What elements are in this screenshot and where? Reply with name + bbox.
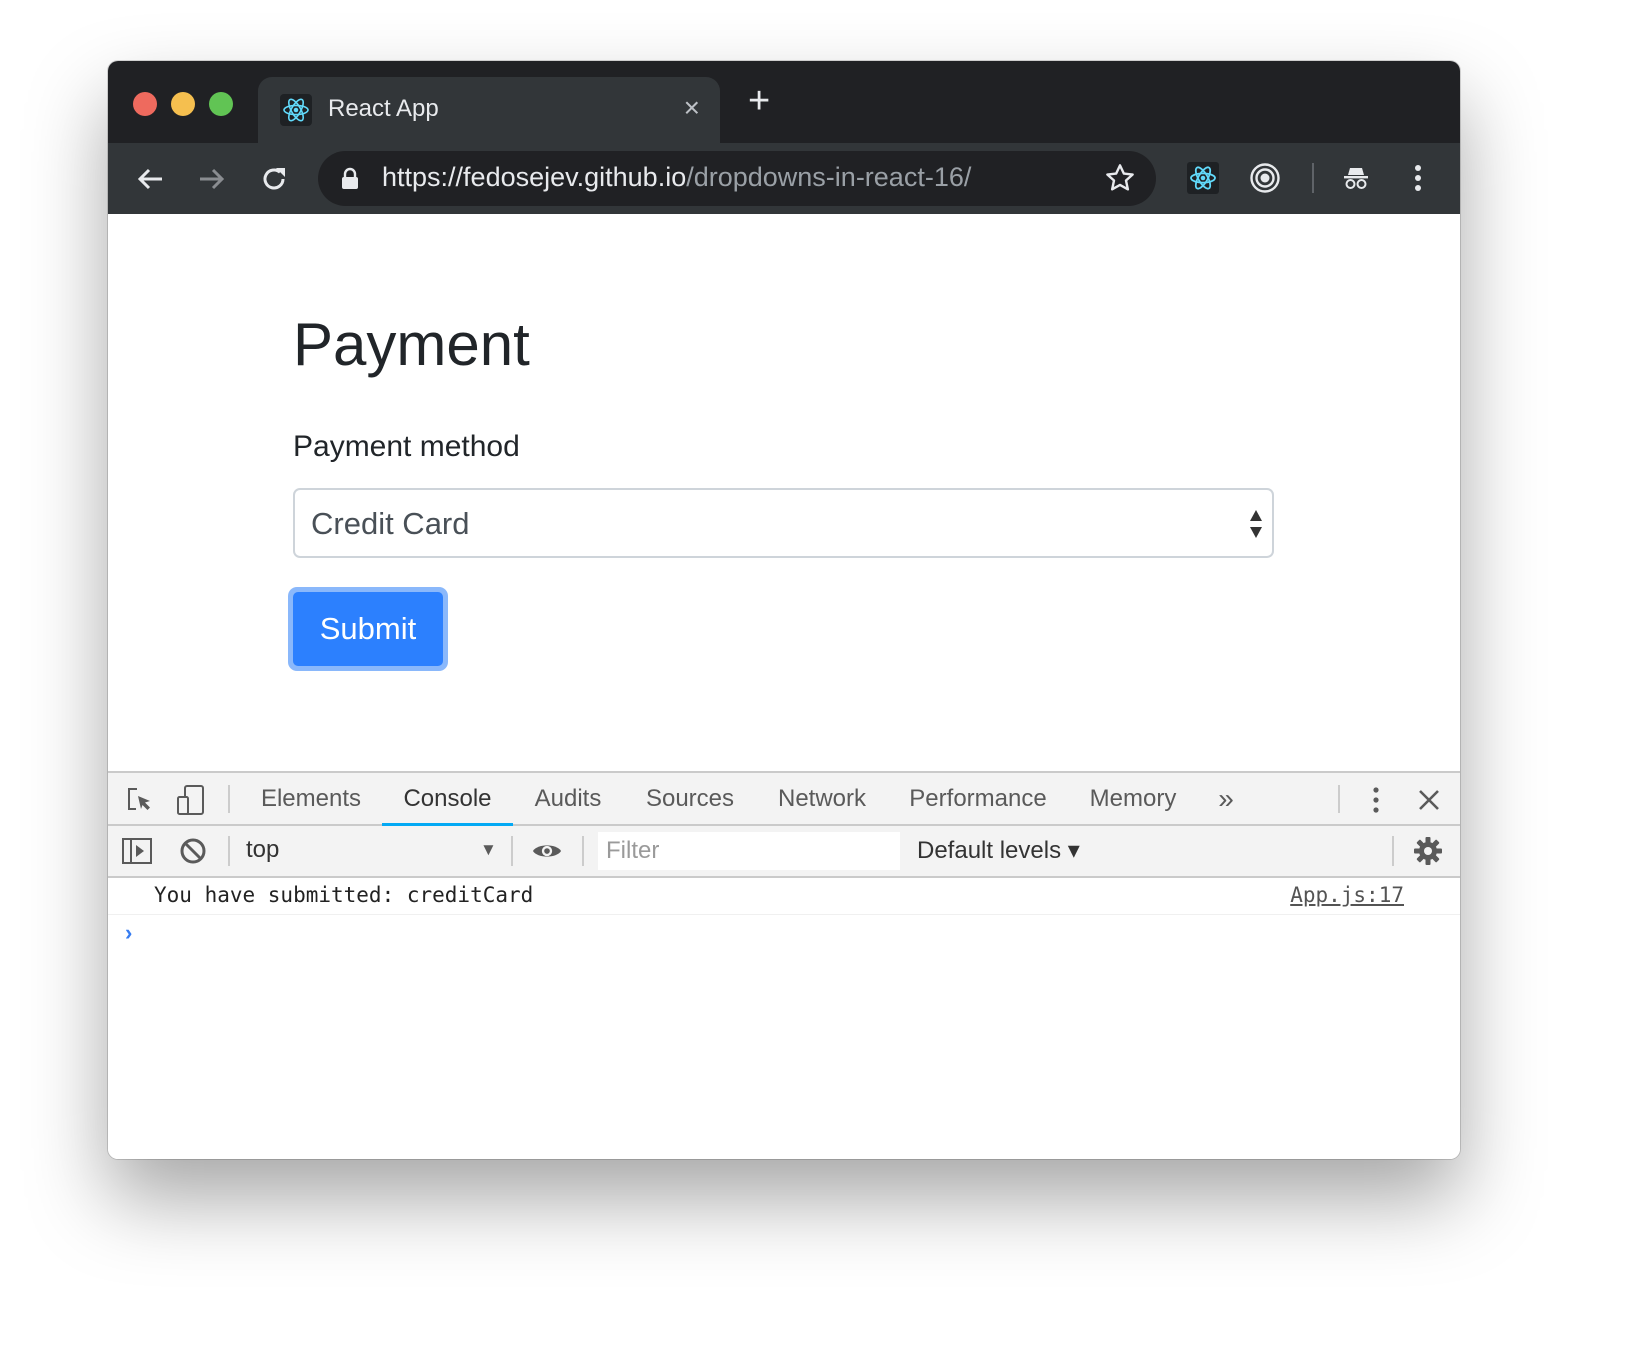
toolbar-divider [511,836,513,866]
tab-performance[interactable]: Performance [898,773,1058,824]
tab-console[interactable]: Console [382,773,513,826]
payment-method-select[interactable]: Credit Card [293,488,1274,558]
more-tabs-icon[interactable]: » [1208,773,1244,824]
forward-arrow-icon[interactable] [192,159,232,199]
devtools-tabbar: Elements Console Audits Sources Network … [108,773,1460,826]
console-source-link[interactable]: App.js:17 [1290,883,1404,907]
url-host: fedosejev.github.io [463,162,687,192]
submit-button-label: Submit [293,592,443,666]
reload-icon[interactable] [254,159,294,199]
incognito-icon[interactable] [1336,158,1376,198]
tab-network[interactable]: Network [764,773,880,824]
devtools-panel: Elements Console Audits Sources Network … [108,771,1460,1159]
close-window-button[interactable] [133,92,157,116]
tab-elements[interactable]: Elements [244,773,378,824]
browser-tab[interactable]: React App × [258,77,720,143]
live-expression-eye-icon[interactable] [532,836,562,866]
browser-window: React App × + https://fedosejev.github.i… [108,61,1460,1159]
console-filter-input[interactable] [598,832,900,870]
console-toolbar: top ▼ Default levels ▾ [108,826,1460,878]
device-toolbar-icon[interactable] [176,785,206,815]
toolbar-divider [582,836,584,866]
toolbar-divider [228,785,230,813]
react-devtools-icon[interactable] [1183,158,1223,198]
console-message-text: You have submitted: creditCard [154,883,534,907]
devtools-menu-icon[interactable] [1361,785,1391,815]
console-settings-gear-icon[interactable] [1413,836,1443,866]
react-icon [280,94,312,126]
title-bar: React App × + [108,61,1460,143]
back-arrow-icon[interactable] [130,159,170,199]
tab-memory[interactable]: Memory [1078,773,1188,824]
tab-sources[interactable]: Sources [632,773,748,824]
context-selector[interactable]: top [246,836,279,864]
lock-icon [342,167,358,194]
tab-audits[interactable]: Audits [520,773,616,824]
url-path: /dropdowns-in-react-16/ [686,162,972,192]
url-scheme: https:// [382,162,464,192]
inspect-element-icon[interactable] [125,785,155,815]
clear-console-icon[interactable] [178,836,208,866]
star-icon[interactable] [1104,162,1136,199]
toolbar-divider [1392,836,1394,866]
submit-button[interactable]: Submit [288,587,448,671]
address-bar[interactable]: https://fedosejev.github.io/dropdowns-in… [318,151,1156,206]
select-arrows-icon [1248,508,1264,545]
toolbar-divider [1312,163,1314,193]
target-extension-icon[interactable] [1245,158,1285,198]
toolbar-divider [228,836,230,866]
page-content: Payment Payment method Credit Card Submi… [108,214,1460,771]
context-dropdown-arrow-icon[interactable]: ▼ [480,840,497,860]
console-message: You have submitted: creditCard App.js:17 [108,878,1460,915]
maximize-window-button[interactable] [209,92,233,116]
payment-method-label: Payment method [293,430,520,463]
toolbar-divider [1338,785,1340,813]
minimize-window-button[interactable] [171,92,195,116]
log-levels-dropdown[interactable]: Default levels ▾ [917,836,1080,865]
select-value: Credit Card [311,506,470,541]
tab-close-icon[interactable]: × [684,92,700,124]
show-sidebar-icon[interactable] [122,836,152,866]
new-tab-button[interactable]: + [748,81,770,121]
page-title: Payment [293,311,530,378]
console-prompt-icon[interactable]: › [125,920,132,946]
close-devtools-icon[interactable] [1414,785,1444,815]
url-text[interactable]: https://fedosejev.github.io/dropdowns-in… [382,162,971,193]
tab-title: React App [328,95,439,122]
browser-toolbar: https://fedosejev.github.io/dropdowns-in… [108,143,1460,214]
kebab-menu-icon[interactable] [1398,158,1438,198]
